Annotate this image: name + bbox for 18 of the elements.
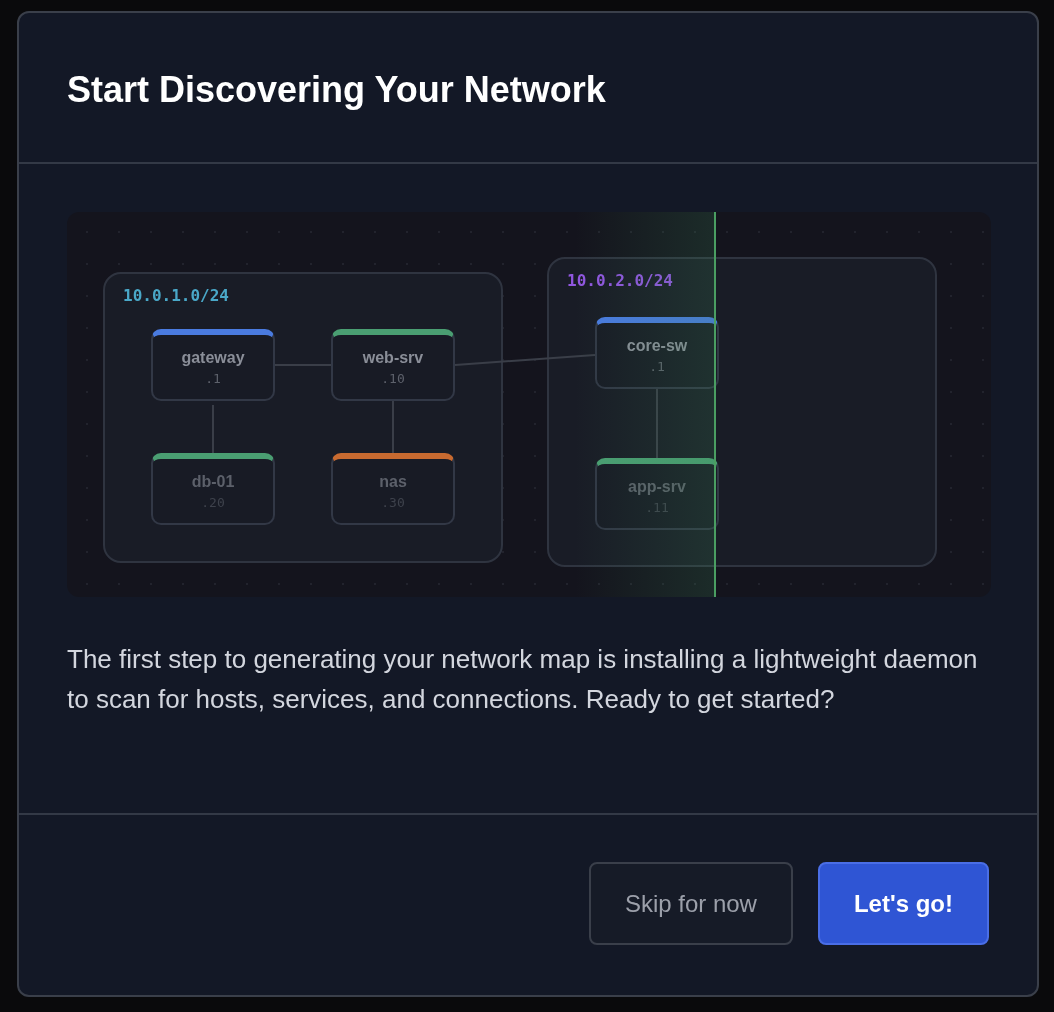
host-name: nas [379, 472, 407, 491]
host-name: core-sw [626, 336, 688, 355]
subnet-label: 10.0.1.0/24 [123, 286, 229, 305]
host-name: db-01 [191, 472, 235, 491]
host-address: .1 [205, 370, 221, 386]
dialog-title: Start Discovering Your Network [67, 69, 607, 111]
start-button[interactable]: Let's go! [817, 862, 989, 945]
subnet-label: 10.0.2.0/24 [567, 271, 673, 290]
connector-line [212, 404, 214, 454]
host-address: .1 [649, 358, 665, 374]
host-address: .10 [381, 370, 405, 386]
skip-button[interactable]: Skip for now [588, 862, 793, 945]
host-name: app-srv [628, 477, 686, 496]
host-name: web-srv [362, 348, 424, 367]
host-name: gateway [181, 348, 245, 367]
connector-line [392, 400, 394, 454]
description-text: The first step to generating your network map is installing a lightweight daemon to scan for hosts, services, and connections. Ready to get started? [67, 643, 979, 716]
connector-line [274, 364, 332, 366]
